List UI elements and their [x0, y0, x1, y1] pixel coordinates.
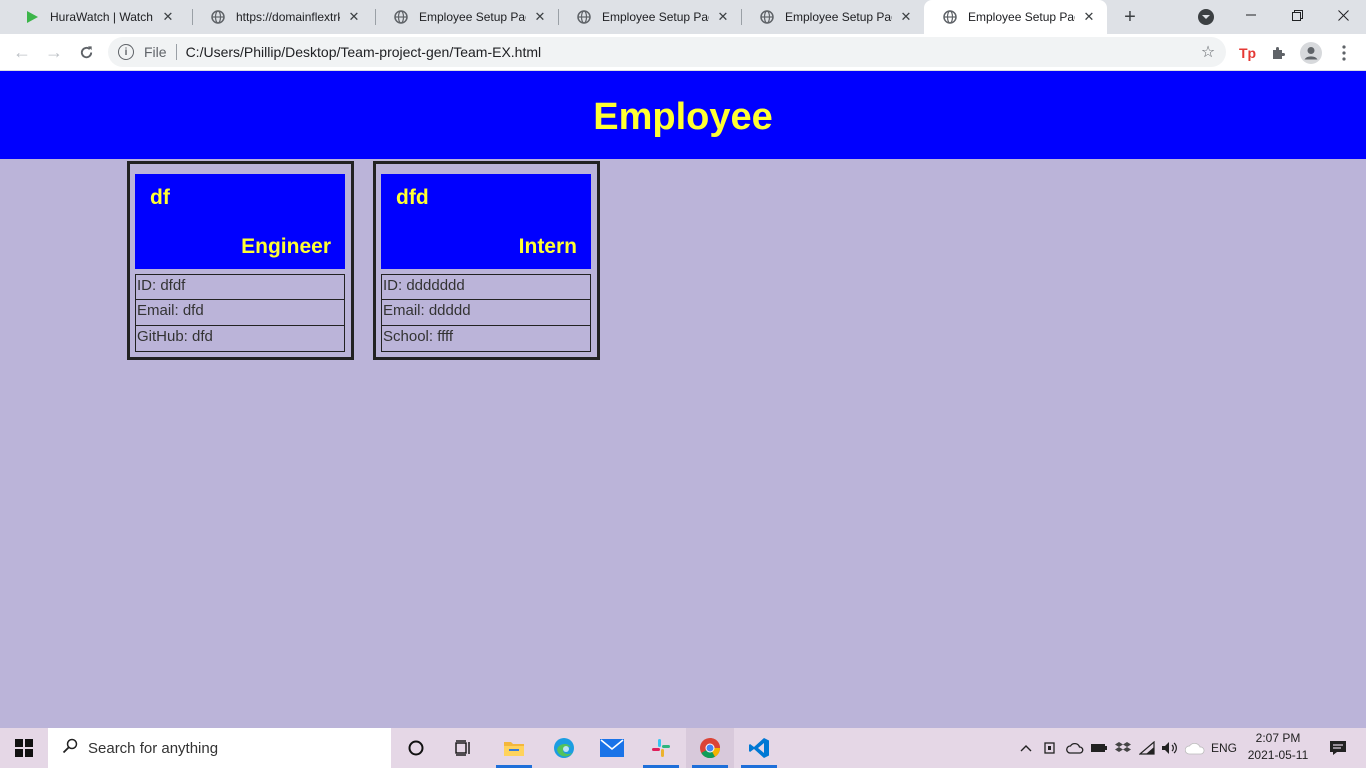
globe-icon	[576, 9, 592, 25]
dropbox-icon[interactable]	[1113, 728, 1133, 768]
scheme-label: File	[144, 44, 167, 60]
employee-card: dfd Intern ID: ddddddd Email: ddddd Scho…	[373, 161, 600, 360]
close-icon[interactable]: ✕	[898, 9, 914, 25]
close-icon[interactable]: ✕	[532, 9, 548, 25]
page-title: Employee	[593, 95, 773, 138]
employee-school: School: ffff	[381, 326, 591, 352]
back-arrow-icon[interactable]: ←	[9, 39, 35, 65]
new-tab-button[interactable]: +	[1118, 5, 1142, 29]
card-header: dfd Intern	[381, 174, 591, 269]
close-icon[interactable]: ✕	[1081, 9, 1097, 25]
url-text[interactable]: C:/Users/Phillip/Desktop/Team-project-ge…	[186, 44, 1198, 60]
taskbar-search-box[interactable]: Search for anything	[48, 728, 391, 768]
globe-icon	[393, 9, 409, 25]
restore-button[interactable]	[1274, 0, 1320, 30]
card-details: ID: ddddddd Email: ddddd School: ffff	[381, 274, 592, 352]
browser-tab-active[interactable]: Employee Setup Page ✕	[924, 0, 1107, 34]
tab-title: Employee Setup Page	[419, 10, 526, 24]
tab-title: Employee Setup Page	[968, 10, 1075, 24]
employee-id: ID: dfdf	[135, 274, 345, 300]
system-clock[interactable]: 2:07 PM 2021-05-11	[1238, 730, 1318, 764]
employee-id: ID: ddddddd	[381, 274, 591, 300]
puzzle-icon[interactable]	[1268, 42, 1290, 64]
globe-icon	[942, 9, 958, 25]
card-details: ID: dfdf Email: dfd GitHub: dfd	[135, 274, 346, 352]
globe-icon	[210, 9, 226, 25]
employee-email: Email: dfd	[135, 300, 345, 326]
forward-arrow-icon[interactable]: →	[41, 39, 67, 65]
browser-tab[interactable]: https://domainflextrk.c ✕	[192, 0, 372, 34]
wifi-icon[interactable]	[1137, 728, 1157, 768]
play-icon	[24, 9, 40, 25]
employee-role: Engineer	[241, 235, 331, 258]
info-icon[interactable]: i	[118, 44, 134, 60]
reload-icon[interactable]	[73, 39, 99, 65]
clock-time: 2:07 PM	[1255, 731, 1301, 745]
slack-icon[interactable]	[637, 728, 685, 768]
extension-tp-icon[interactable]: Tp	[1237, 42, 1259, 64]
tab-title: https://domainflextrk.c	[236, 10, 340, 24]
svg-text:Tp: Tp	[1239, 45, 1256, 61]
browser-tab[interactable]: Employee Setup Page ✕	[741, 0, 924, 34]
close-icon[interactable]: ✕	[346, 9, 362, 25]
edge-browser-icon[interactable]	[540, 728, 588, 768]
vscode-icon[interactable]	[735, 728, 783, 768]
close-window-button[interactable]	[1320, 0, 1366, 30]
employee-card: df Engineer ID: dfdf Email: dfd GitHub: …	[127, 161, 354, 360]
clock-date: 2021-05-11	[1247, 748, 1309, 762]
tab-search-button[interactable]	[1198, 9, 1214, 25]
notification-center-icon[interactable]	[1318, 728, 1358, 768]
file-explorer-icon[interactable]	[490, 728, 538, 768]
windows-start-icon[interactable]	[0, 728, 48, 768]
browser-tab-strip: HuraWatch | Watch Sta ✕ https://domainfl…	[0, 0, 1366, 34]
employee-name: dfd	[396, 186, 429, 209]
employee-role: Intern	[518, 235, 577, 258]
mail-icon[interactable]	[588, 728, 636, 768]
page-header: Employee	[0, 71, 1366, 159]
employee-email: Email: ddddd	[381, 300, 591, 326]
battery-icon[interactable]	[1089, 728, 1109, 768]
minimize-button[interactable]	[1228, 0, 1274, 30]
employee-name: df	[150, 186, 170, 209]
profile-avatar-icon[interactable]	[1300, 42, 1322, 64]
tab-title: Employee Setup Page	[785, 10, 892, 24]
address-bar[interactable]: i File C:/Users/Phillip/Desktop/Team-pro…	[108, 37, 1226, 67]
search-placeholder: Search for anything	[88, 739, 219, 757]
volume-icon[interactable]	[1160, 728, 1180, 768]
task-view-icon[interactable]	[440, 728, 488, 768]
address-divider	[175, 44, 177, 60]
browser-tab[interactable]: Employee Setup Page ✕	[558, 0, 741, 34]
show-hidden-icons-chevron-icon[interactable]	[1016, 728, 1036, 768]
meet-now-icon[interactable]	[1041, 728, 1061, 768]
onedrive-cloud-icon[interactable]	[1065, 728, 1085, 768]
tab-title: HuraWatch | Watch Sta	[50, 10, 154, 24]
browser-tab[interactable]: Employee Setup Page ✕	[375, 0, 558, 34]
browser-toolbar: ← → i File C:/Users/Phillip/Desktop/Team…	[0, 34, 1366, 71]
language-indicator[interactable]: ENG	[1208, 728, 1240, 768]
close-icon[interactable]: ✕	[160, 9, 176, 25]
search-icon	[62, 738, 78, 758]
card-header: df Engineer	[135, 174, 345, 269]
tab-title: Employee Setup Page	[602, 10, 709, 24]
browser-tab[interactable]: HuraWatch | Watch Sta ✕	[6, 0, 186, 34]
menu-dots-icon[interactable]	[1333, 42, 1355, 64]
cortana-icon[interactable]	[392, 728, 440, 768]
close-icon[interactable]: ✕	[715, 9, 731, 25]
chrome-icon[interactable]	[686, 728, 734, 768]
bookmark-star-icon[interactable]: ☆	[1198, 42, 1218, 62]
globe-icon	[759, 9, 775, 25]
taskbar: Search for anything ENG 2:07 PM 2021-05-…	[0, 728, 1366, 768]
weather-cloud-icon[interactable]	[1184, 728, 1206, 768]
employee-github: GitHub: dfd	[135, 326, 345, 352]
